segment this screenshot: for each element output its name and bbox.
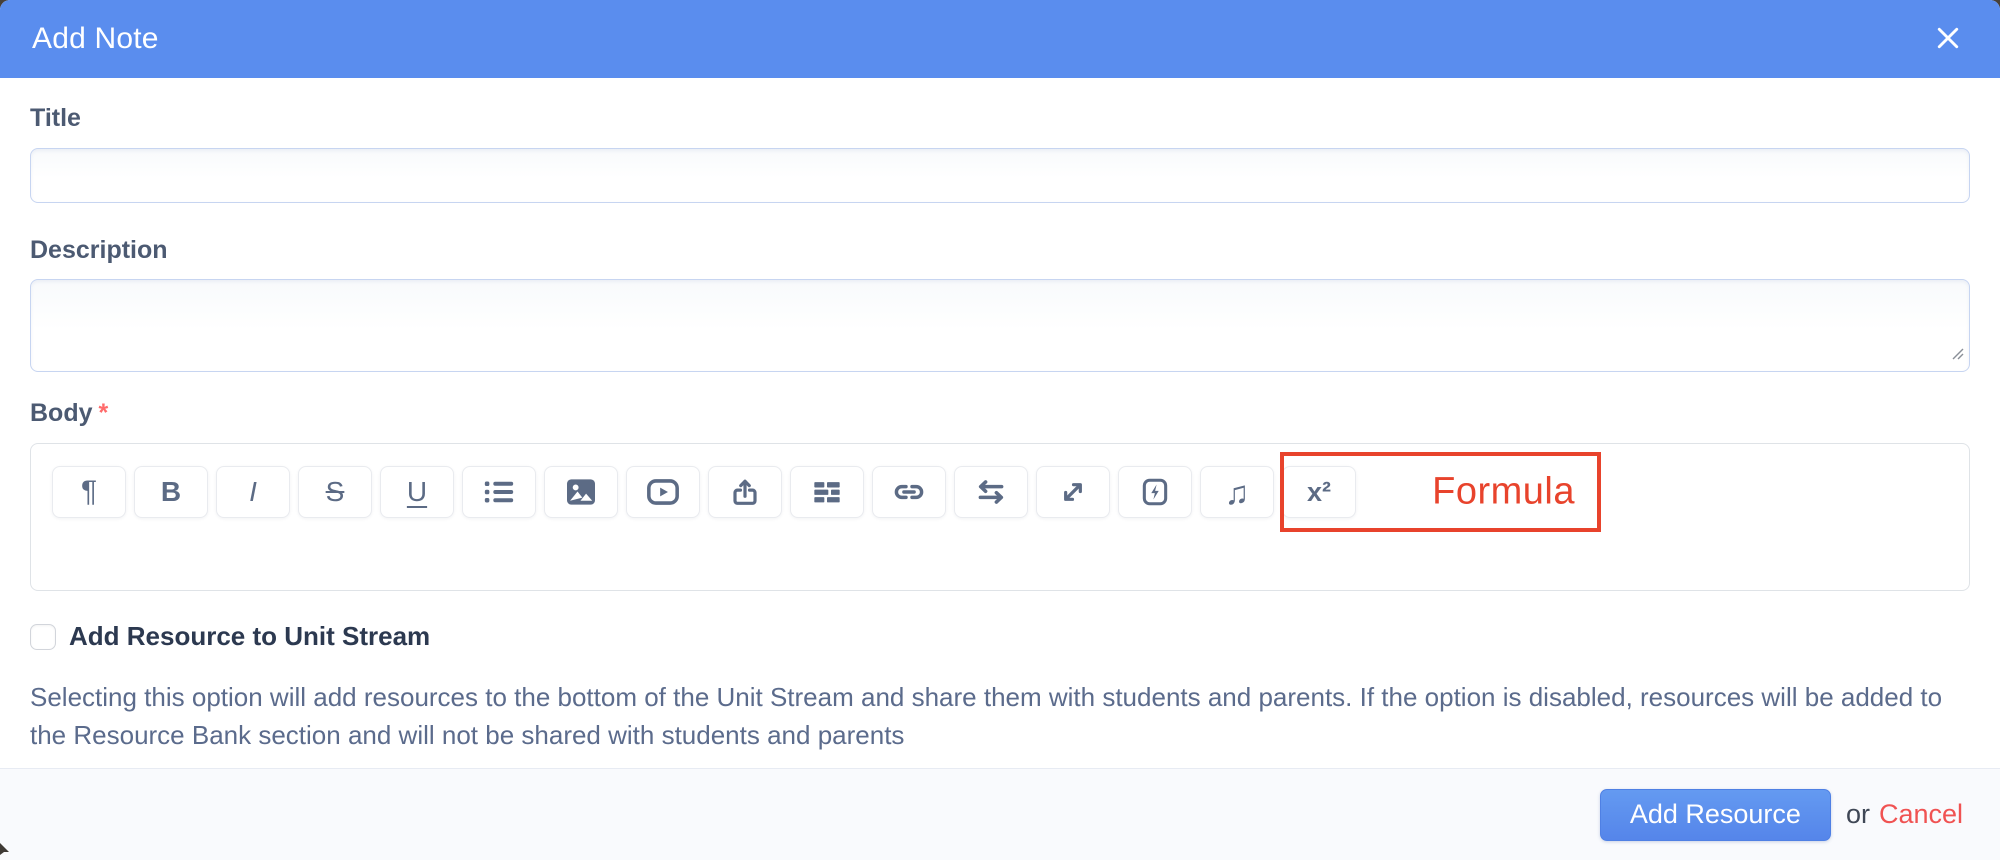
video-icon bbox=[646, 475, 680, 509]
upload-icon bbox=[729, 476, 761, 508]
bullet-list-icon bbox=[482, 475, 516, 509]
resize-handle-icon[interactable] bbox=[1950, 346, 1964, 365]
toolbar-expand-button[interactable] bbox=[1036, 466, 1110, 518]
toolbar-paragraph-button[interactable]: ¶ bbox=[52, 466, 126, 518]
modal-header: Add Note bbox=[0, 0, 2000, 78]
link-icon bbox=[891, 474, 927, 510]
underline-icon: U bbox=[407, 478, 427, 506]
toolbar-bullet-list-button[interactable] bbox=[462, 466, 536, 518]
unit-stream-check-row: Add Resource to Unit Stream bbox=[30, 621, 1970, 652]
cancel-link[interactable]: Cancel bbox=[1879, 799, 1963, 830]
help-text: Selecting this option will add resources… bbox=[30, 678, 1970, 754]
toolbar-italic-button[interactable]: I bbox=[216, 466, 290, 518]
unit-stream-checkbox[interactable] bbox=[30, 624, 56, 650]
bolt-icon bbox=[1139, 476, 1171, 508]
or-text: or bbox=[1846, 799, 1870, 830]
toolbar-swap-button[interactable] bbox=[954, 466, 1028, 518]
toolbar-image-button[interactable] bbox=[544, 466, 618, 518]
add-resource-button[interactable]: Add Resource bbox=[1600, 789, 1831, 841]
title-field-label: Title bbox=[30, 104, 1970, 133]
toolbar-bold-button[interactable]: B bbox=[134, 466, 208, 518]
add-note-modal: Add Note Title Description Body* ¶ B I bbox=[0, 0, 2000, 860]
close-icon bbox=[1933, 23, 1963, 56]
strikethrough-icon: S bbox=[326, 478, 345, 506]
modal-body: Title Description Body* ¶BISU♫x² Formula… bbox=[0, 78, 2000, 768]
close-button[interactable] bbox=[1928, 19, 1968, 59]
body-label-text: Body bbox=[30, 399, 93, 427]
swap-icon bbox=[974, 475, 1008, 509]
table-icon bbox=[811, 476, 843, 508]
superscript-icon: x² bbox=[1307, 479, 1331, 506]
mouse-cursor-icon bbox=[0, 839, 16, 860]
body-field-label: Body* bbox=[30, 399, 1970, 428]
editor-toolbar: ¶ B I S U ♫ x² bbox=[52, 466, 1969, 518]
description-field-label: Description bbox=[30, 236, 1970, 265]
expand-icon bbox=[1057, 476, 1089, 508]
toolbar-link-button[interactable] bbox=[872, 466, 946, 518]
toolbar-video-button[interactable] bbox=[626, 466, 700, 518]
toolbar-superscript-button[interactable]: x² bbox=[1282, 466, 1356, 518]
description-textarea[interactable] bbox=[30, 279, 1970, 372]
toolbar-strikethrough-button[interactable]: S bbox=[298, 466, 372, 518]
toolbar-underline-button[interactable]: U bbox=[380, 466, 454, 518]
toolbar-table-button[interactable] bbox=[790, 466, 864, 518]
toolbar-music-button[interactable]: ♫ bbox=[1200, 466, 1274, 518]
title-input[interactable] bbox=[30, 148, 1970, 203]
bold-icon: B bbox=[161, 478, 181, 506]
unit-stream-checkbox-label[interactable]: Add Resource to Unit Stream bbox=[69, 621, 430, 652]
description-textarea-wrap bbox=[30, 279, 1970, 372]
music-icon: ♫ bbox=[1225, 476, 1250, 509]
modal-footer: Add Resource or Cancel bbox=[0, 768, 2000, 860]
italic-icon: I bbox=[249, 478, 257, 506]
body-rich-text-editor[interactable]: ¶BISU♫x² Formula bbox=[30, 443, 1970, 591]
modal-title: Add Note bbox=[32, 22, 159, 56]
required-asterisk: * bbox=[99, 399, 109, 427]
paragraph-icon: ¶ bbox=[81, 477, 97, 507]
toolbar-bolt-button[interactable] bbox=[1118, 466, 1192, 518]
toolbar-upload-button[interactable] bbox=[708, 466, 782, 518]
image-icon bbox=[565, 476, 597, 508]
